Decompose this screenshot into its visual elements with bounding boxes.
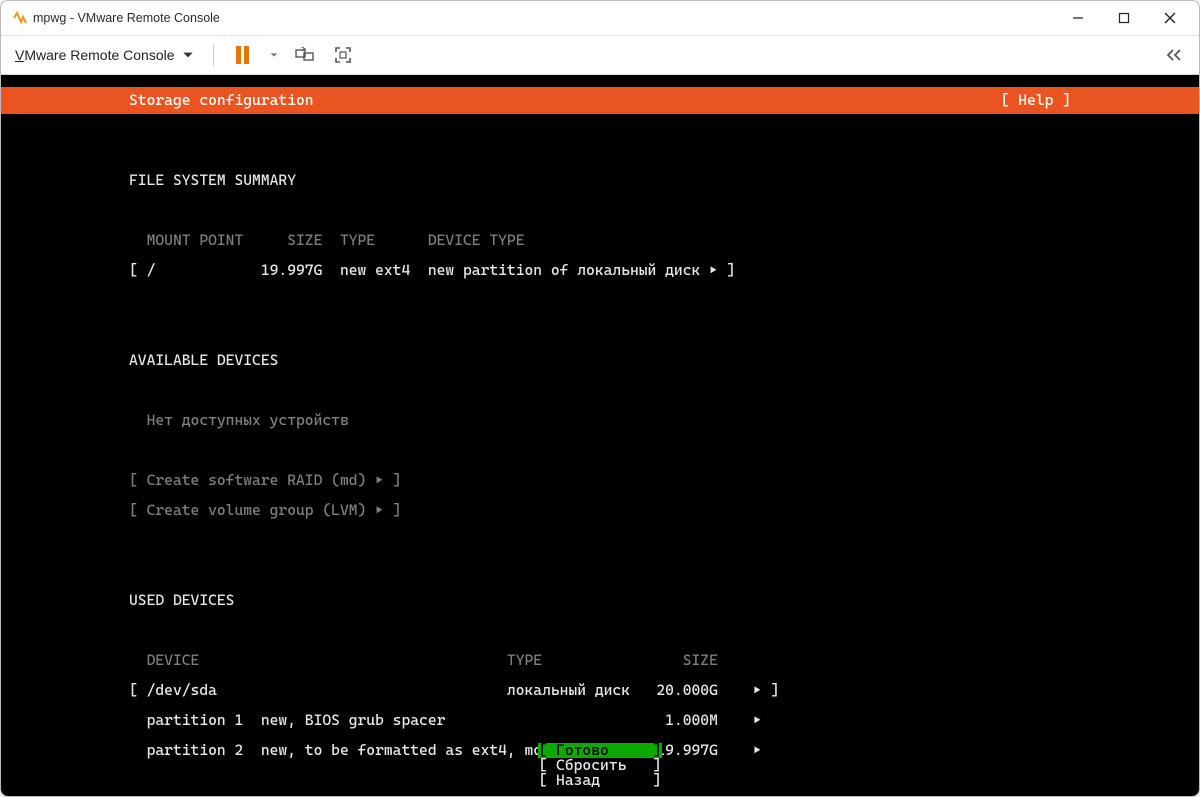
installer-body: FILE SYSTEM SUMMARY MOUNT POINT SIZE TYP… <box>1 114 1199 796</box>
installer-title: Storage configuration <box>1 93 314 108</box>
send-keys-icon <box>295 45 315 65</box>
chevron-down-icon <box>181 48 195 62</box>
section-heading: AVAILABLE DEVICES <box>129 353 1199 368</box>
section-heading: USED DEVICES <box>129 593 1199 608</box>
used-partition-row[interactable]: partition 1 new, BIOS grub spacer 1.000M… <box>129 713 1199 728</box>
titlebar: mpwg - VMware Remote Console <box>1 1 1199 35</box>
minimize-icon <box>1072 12 1084 24</box>
fullscreen-button[interactable] <box>328 40 358 70</box>
section-heading: FILE SYSTEM SUMMARY <box>129 173 1199 188</box>
pause-vm-button[interactable] <box>228 40 258 70</box>
window-title: mpwg - VMware Remote Console <box>33 11 220 25</box>
maximize-button[interactable] <box>1101 3 1147 33</box>
close-button[interactable] <box>1147 3 1193 33</box>
menu-label-accel: V <box>15 47 24 63</box>
fs-columns: MOUNT POINT SIZE TYPE DEVICE TYPE <box>129 233 1199 248</box>
no-devices-label: Нет доступных устройств <box>129 413 1199 428</box>
create-raid-button[interactable]: [ Create software RAID (md) ▸ ] <box>129 473 1199 488</box>
used-columns: DEVICE TYPE SIZE <box>129 653 1199 668</box>
power-options-dropdown[interactable] <box>266 40 282 70</box>
back-button[interactable]: [ Назад ] <box>538 773 661 788</box>
minimize-button[interactable] <box>1055 3 1101 33</box>
installer-header: Storage configuration [ Help ] <box>1 87 1199 114</box>
double-chevron-left-icon <box>1165 48 1183 62</box>
window-controls <box>1055 3 1193 33</box>
app-icon <box>11 10 27 26</box>
used-device-row[interactable]: [ /dev/sda локальный диск 20.000G ▸ ] <box>129 683 1199 698</box>
create-lvm-button[interactable]: [ Create volume group (LVM) ▸ ] <box>129 503 1199 518</box>
help-button[interactable]: [ Help ] <box>1001 93 1199 108</box>
separator <box>213 44 214 66</box>
menu-label-rest: Mware Remote Console <box>24 47 174 63</box>
console-gap <box>1 75 1199 87</box>
app-window: mpwg - VMware Remote Console VMware Remo… <box>0 0 1200 797</box>
send-ctrl-alt-del-button[interactable] <box>290 40 320 70</box>
toolbar: VMware Remote Console <box>1 35 1199 75</box>
pause-icon <box>236 46 249 64</box>
vmrc-menu-button[interactable]: VMware Remote Console <box>11 40 199 70</box>
chevron-down-icon <box>269 50 279 60</box>
fullscreen-icon <box>333 45 353 65</box>
close-icon <box>1164 12 1176 24</box>
collapse-toolbar-button[interactable] <box>1159 40 1189 70</box>
fs-row[interactable]: [ / 19.997G new ext4 new partition of ло… <box>129 263 1199 278</box>
maximize-icon <box>1118 12 1130 24</box>
vm-console[interactable]: Storage configuration [ Help ] FILE SYST… <box>1 75 1199 796</box>
installer-nav-buttons: [ Готово ] [ Сбросить ] [ Назад ] <box>1 743 1199 788</box>
